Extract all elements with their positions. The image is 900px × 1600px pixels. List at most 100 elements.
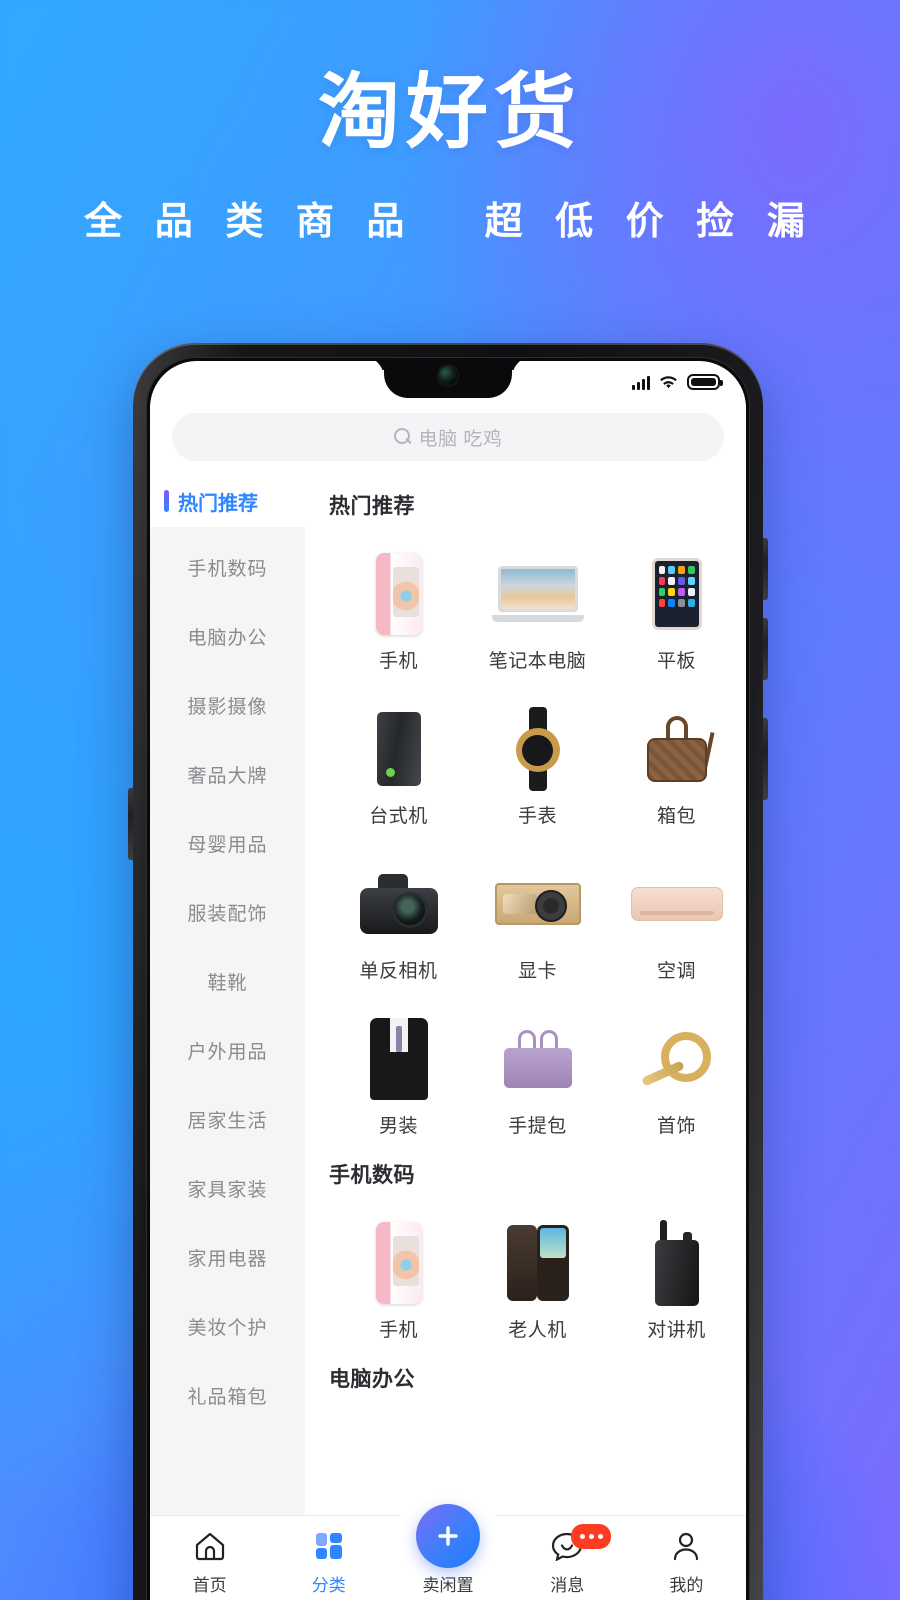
sidebar-item[interactable]: 电脑办公 [150,602,305,671]
product-item[interactable]: 平板 [607,524,746,679]
section-title: 手机数码 [329,1164,415,1187]
product-item[interactable]: 首饰 [607,989,746,1144]
active-indicator-bar [164,490,169,512]
product-item[interactable]: 手机 [329,1193,468,1348]
product-item[interactable]: 手表 [468,679,607,834]
product-label: 手提包 [508,1116,567,1137]
product-item[interactable]: 笔记本电脑 [468,524,607,679]
app-title: 淘好货 [317,67,582,158]
product-label: 空调 [656,961,696,982]
plus-icon[interactable] [416,1504,480,1568]
sidebar-item[interactable]: 手机数码 [150,533,305,602]
desktop-tower-icon [339,701,459,797]
product-item[interactable]: 台式机 [329,679,468,834]
wifi-icon [659,375,678,390]
section-title: 电脑办公 [329,1368,415,1391]
phone-screen: 电脑 吃鸡 热门推荐 手机数码 电脑办公 摄影摄像 奢品大牌 母婴用品 服装配饰… [150,361,746,1600]
product-item[interactable]: 箱包 [607,679,746,834]
app-subtitle: 全 品 类 商 品 超 低 价 捡 漏 [0,190,900,245]
search-icon [393,428,412,446]
tab-label: 消息 [550,1576,585,1595]
battery-full-icon [687,374,723,390]
sidebar-item[interactable]: 摄影摄像 [150,671,305,740]
dslr-camera-icon [339,856,459,952]
sidebar-item[interactable]: 居家生活 [150,1085,305,1154]
product-item[interactable]: 空调 [607,834,746,989]
phone-mockup: 电脑 吃鸡 热门推荐 手机数码 电脑办公 摄影摄像 奢品大牌 母婴用品 服装配饰… [128,343,768,1600]
sidebar-item[interactable]: 奢品大牌 [150,740,305,809]
product-item[interactable]: 男装 [329,989,468,1144]
sidebar-item[interactable]: 母婴用品 [150,809,305,878]
tab-category[interactable]: 分类 [269,1529,388,1596]
tab-label: 卖闲置 [422,1576,474,1595]
product-item[interactable]: 手机 [329,524,468,679]
product-label: 平板 [656,651,696,672]
product-label: 手机 [378,651,418,672]
product-item[interactable]: 手提包 [468,989,607,1144]
smartphone-pink-icon [339,1215,459,1311]
notch [384,361,512,398]
product-grid: 手机 老人机 对讲机 [329,1193,746,1348]
product-label: 台式机 [369,806,428,827]
sidebar-item[interactable]: 家具家装 [150,1154,305,1223]
graphics-card-icon [478,856,598,952]
sidebar-active-label: 热门推荐 [178,492,258,515]
mens-suit-icon [339,1011,459,1107]
message-badge [571,1524,612,1549]
tab-home[interactable]: 首页 [150,1529,269,1596]
product-label: 显卡 [517,961,557,982]
product-grid: 手机 笔记本电脑 平板 台式机 手表 箱包 单反相机 显卡 空调 男装 手提包 … [329,524,746,1144]
signal-bars-icon [632,375,650,390]
subtitle-left: 全 品 类 商 品 [84,201,416,243]
left-side-button[interactable] [128,788,133,860]
air-conditioner-icon [617,856,737,952]
sidebar-item[interactable]: 鞋靴 [150,947,305,1016]
status-bar [150,361,746,405]
feature-phone-icon [478,1215,598,1311]
home-icon [194,1529,226,1563]
tablet-icon [617,546,737,642]
sidebar-item-hot[interactable]: 热门推荐 [150,475,305,527]
sidebar-item[interactable]: 户外用品 [150,1016,305,1085]
product-item[interactable]: 显卡 [468,834,607,989]
subtitle-right: 超 低 价 捡 漏 [484,201,816,243]
laptop-icon [478,546,598,642]
sidebar-item[interactable]: 美妆个护 [150,1292,305,1361]
walkie-talkie-icon [617,1215,737,1311]
sidebar-item[interactable]: 服装配饰 [150,878,305,947]
product-label: 单反相机 [359,961,438,982]
phone-bezel: 电脑 吃鸡 热门推荐 手机数码 电脑办公 摄影摄像 奢品大牌 母婴用品 服装配饰… [146,357,750,1600]
bottom-navigation: 首页 分类 卖闲置 消息 我的 [150,1503,746,1600]
sidebar-item[interactable]: 家用电器 [150,1223,305,1292]
power-button[interactable] [763,718,768,800]
bracelet-jewelry-icon [617,1011,737,1107]
product-label: 手机 [378,1320,418,1341]
product-item[interactable]: 老人机 [468,1193,607,1348]
tab-label: 我的 [669,1576,704,1595]
tab-profile[interactable]: 我的 [627,1529,746,1596]
person-icon [671,1529,701,1563]
volume-up-button[interactable] [763,538,768,600]
wristwatch-icon [478,701,598,797]
volume-down-button[interactable] [763,618,768,680]
tab-messages[interactable]: 消息 [508,1524,627,1596]
product-item[interactable]: 对讲机 [607,1193,746,1348]
category-body: 热门推荐 手机数码 电脑办公 摄影摄像 奢品大牌 母婴用品 服装配饰 鞋靴 户外… [150,475,746,1530]
product-label: 笔记本电脑 [488,651,587,672]
handbag-monogram-icon [617,701,737,797]
sidebar-list: 手机数码 电脑办公 摄影摄像 奢品大牌 母婴用品 服装配饰 鞋靴 户外用品 居家… [150,527,305,1430]
front-camera-icon [438,366,458,385]
search-input[interactable]: 电脑 吃鸡 [172,413,724,461]
sidebar-active-wrap: 热门推荐 [164,487,258,516]
search-placeholder: 电脑 吃鸡 [418,428,503,450]
section-title: 热门推荐 [329,495,415,518]
sidebar-item[interactable]: 礼品箱包 [150,1361,305,1430]
search-section: 电脑 吃鸡 [150,405,746,475]
tab-sell[interactable]: 卖闲置 [388,1504,507,1596]
chat-icon [551,1524,612,1563]
tote-bag-icon [478,1011,598,1107]
product-item[interactable]: 单反相机 [329,834,468,989]
product-label: 老人机 [508,1320,567,1341]
product-label: 首饰 [656,1116,696,1137]
hero-banner: 淘好货 全 品 类 商 品 超 低 价 捡 漏 [0,72,900,245]
